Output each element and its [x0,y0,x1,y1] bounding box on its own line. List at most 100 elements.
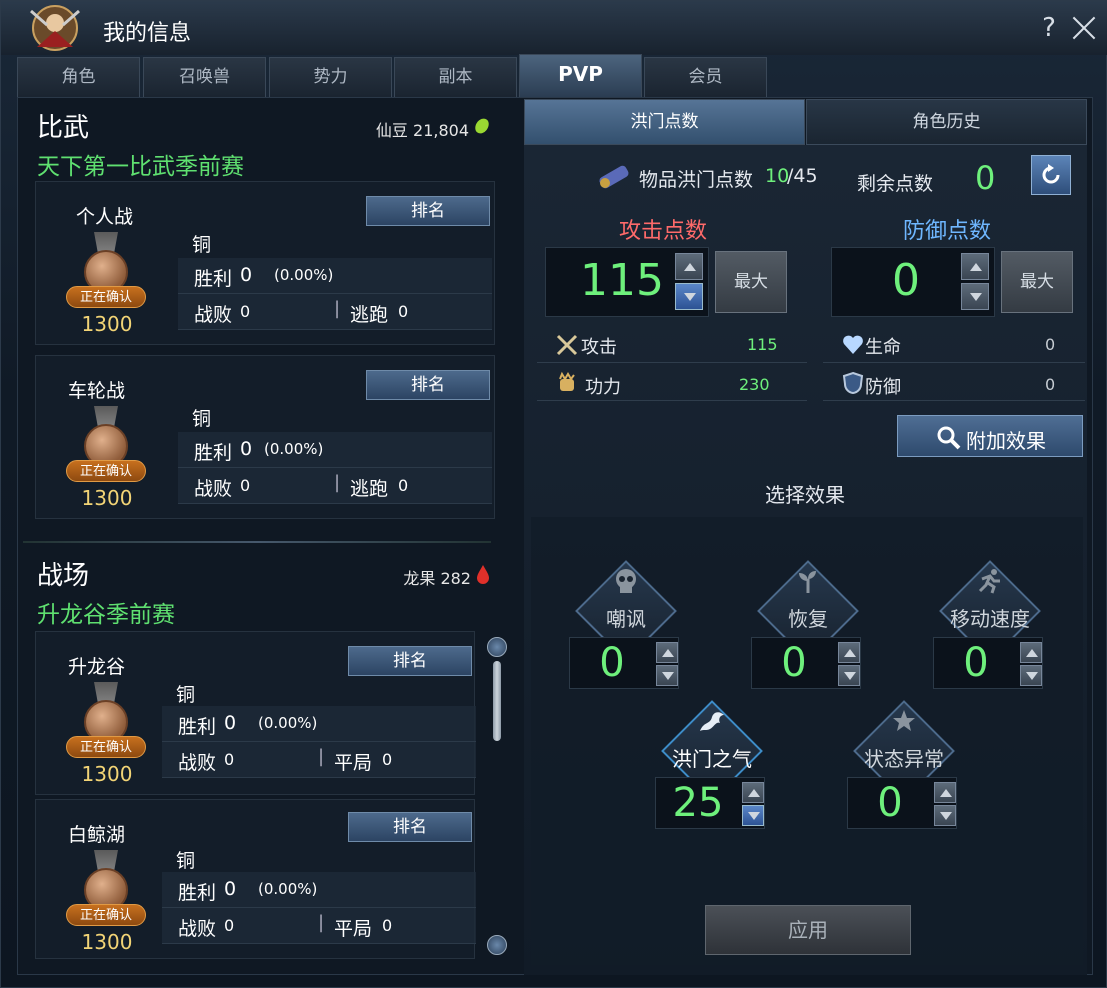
add-effect-button[interactable]: 附加效果 [897,415,1083,457]
scroll-down-icon[interactable] [487,935,507,955]
battlefield-season: 升龙谷季前赛 [37,602,175,628]
defense-points-value: 0 [892,255,920,306]
rank-button[interactable]: 排名 [348,812,472,842]
reset-button[interactable] [1031,155,1071,195]
decrease-icon[interactable] [742,805,764,826]
increase-icon[interactable] [742,782,764,803]
item-points-max: /45 [787,165,818,187]
effect-name: 移动速度 [950,607,1030,631]
effect-hongmen-qi: 洪门之气 [652,700,772,802]
win-count: 0 [224,878,237,900]
stat-label: 攻击 [581,337,617,358]
separator: | [334,472,341,493]
increase-icon[interactable] [1020,642,1042,663]
tab-dungeon[interactable]: 副本 [394,57,517,97]
extra-label: 平局 [334,752,373,774]
right-tabs: 洪门点数 角色历史 [524,99,1087,145]
close-icon[interactable] [1071,15,1097,41]
tab-faction[interactable]: 势力 [269,57,392,97]
battlefield-title: 战场 [37,561,90,591]
tab-pvp[interactable]: PVP [519,54,642,97]
window-title: 我的信息 [103,21,192,46]
lose-count: 0 [240,476,251,495]
left-scrollbar[interactable] [487,637,507,955]
scroll-thumb[interactable] [493,661,501,741]
win-percent: (0.00%) [274,266,334,284]
tier-label: 铜 [176,850,196,872]
remaining-points-label: 剩余点数 [857,173,934,195]
decrease-icon[interactable] [838,665,860,686]
skull-icon [616,569,636,593]
decrease-icon[interactable] [675,283,703,310]
win-count: 0 [240,438,253,460]
extra-label: 逃跑 [350,478,389,500]
separator: | [318,912,325,933]
effect-name: 状态异常 [864,747,944,771]
refresh-icon [1042,164,1060,184]
attack-max-button[interactable]: 最大 [715,251,787,313]
effect-name: 洪门之气 [672,747,752,771]
tab-vip[interactable]: 会员 [644,57,767,97]
effect-value: 25 [672,780,724,826]
help-button[interactable]: ? [1037,13,1061,43]
section-divider [23,541,491,543]
shield-icon [842,371,864,395]
increase-icon[interactable] [675,253,703,280]
scroll-up-icon[interactable] [487,637,507,657]
apply-button[interactable]: 应用 [705,905,911,955]
status-badge: 正在确认 [66,286,146,308]
title-bar: 我的信息 ? [1,1,1107,55]
win-label: 胜利 [194,268,233,290]
increase-icon[interactable] [656,642,678,663]
effect-name: 嘲讽 [606,607,646,631]
defense-max-button[interactable]: 最大 [1001,251,1073,313]
rank-button[interactable]: 排名 [348,646,472,676]
search-icon [937,426,961,450]
tab-role[interactable]: 角色 [17,57,140,97]
effect-abnormal-status-value-box: 0 [847,777,957,829]
win-row: 胜利 0 (0.00%) [178,432,492,468]
effect-recovery-value-box: 0 [751,637,861,689]
card-individual: 个人战 正在确认 1300 排名 铜 胜利 0 (0.00%) 战败 0 | 逃跑 0 [35,181,495,345]
bronze-medal-icon: 正在确认 [66,850,146,930]
lose-label: 战败 [178,752,217,774]
tier-label: 铜 [192,234,212,256]
decrease-icon[interactable] [1020,665,1042,686]
increase-icon[interactable] [961,253,989,280]
card-baijinghu: 白鲸湖 正在确认 1300 排名 铜 胜利 0 (0.00%) 战败 0 | 平局 0 [35,799,476,959]
decrease-icon[interactable] [961,283,989,310]
extra-count: 0 [398,302,409,321]
lose-row: 战败 0 | 逃跑 0 [178,294,492,330]
decrease-icon[interactable] [934,805,956,826]
tier-label: 铜 [176,684,196,706]
lose-count: 0 [240,302,251,321]
stat-row-power: 功力 230 [537,365,807,401]
dragon-icon [700,712,724,731]
mode-name: 个人战 [76,206,134,228]
win-count: 0 [224,712,237,734]
red-drop-icon [477,565,489,584]
stat-label: 生命 [865,337,901,358]
tab-hongmen-points[interactable]: 洪门点数 [524,99,805,145]
increase-icon[interactable] [934,782,956,803]
effect-taunt-value-box: 0 [569,637,679,689]
win-percent: (0.00%) [258,880,318,898]
character-portrait-icon [30,5,80,51]
rank-button[interactable]: 排名 [366,196,490,226]
card-shenglonggu: 升龙谷 正在确认 1300 排名 铜 胜利 0 (0.00%) 战败 0 | 平局 0 [35,631,476,795]
runner-icon [978,569,1000,594]
increase-icon[interactable] [838,642,860,663]
sprout-icon [799,571,816,593]
lose-row: 战败 0 | 平局 0 [162,908,476,944]
tab-summon[interactable]: 召唤兽 [143,57,266,97]
lose-label: 战败 [194,304,233,326]
decrease-icon[interactable] [656,665,678,686]
stat-row-attack: 攻击 115 [537,327,807,363]
effect-value: 0 [963,640,989,686]
effect-recovery: 恢复 [748,560,868,662]
win-label: 胜利 [194,442,233,464]
rank-button[interactable]: 排名 [366,370,490,400]
effect-value: 0 [599,640,625,686]
star-icon [893,710,915,731]
tab-role-history[interactable]: 角色历史 [806,99,1087,145]
